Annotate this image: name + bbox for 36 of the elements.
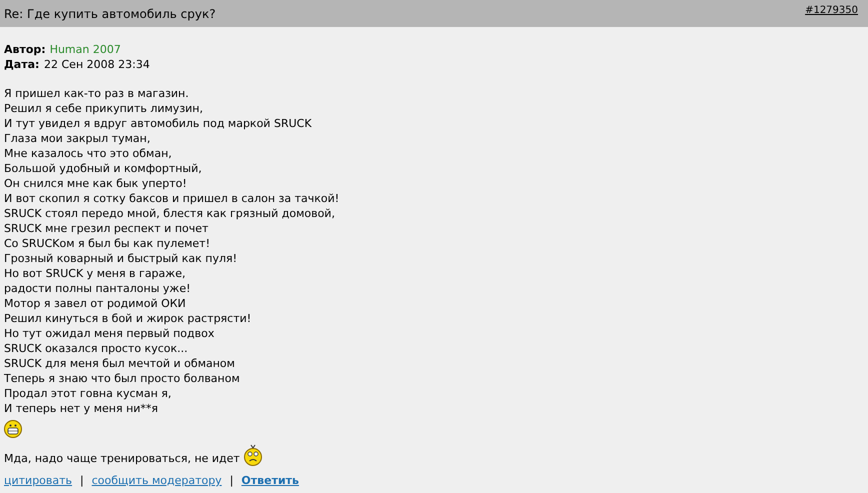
poem-line: Решил кинуться в бой и жирок растрясти! (4, 311, 252, 326)
action-link[interactable]: Ответить (241, 474, 299, 487)
separator: | (80, 474, 84, 487)
poem-line: Я пришел как-то раз в магазин. (4, 86, 190, 101)
poem-line: SRUCK для меня был мечтой и обманом (4, 356, 236, 371)
poem-line: Большой удобный и комфортный, (4, 161, 203, 176)
frowning-smiley-icon (242, 444, 263, 466)
poem-line: Но тут ожидал меня первый подвох (4, 326, 216, 341)
poem-line: Решил я себе прикупить лимузин, (4, 101, 204, 116)
poem-line: Теперь я знаю что был просто болваном (4, 371, 241, 386)
poem-line: Со SRUCKом я был бы как пулемет! (4, 236, 211, 251)
date-label: Дата: (4, 57, 40, 72)
comment-text: Мда, надо чаще тренироваться, не идет (4, 451, 240, 466)
separator: | (230, 474, 234, 487)
poem-line: Мотор я завел от родимой ОКИ (4, 296, 187, 311)
post-id-link[interactable]: #1279350 (805, 5, 858, 16)
author-label: Автор: (4, 42, 46, 57)
poem-line: Грозный коварный и быстрый как пуля! (4, 251, 238, 266)
grinning-smiley-icon (4, 420, 22, 438)
poem-line: радости полны панталоны уже! (4, 281, 192, 296)
poem-line: И теперь нет у меня ни**я (4, 401, 160, 416)
poem-line: И тут увидел я вдруг автомобиль под маркой SRUCK (4, 116, 313, 131)
poem-line: SRUCK стоял передо мной, блестя как грязный домовой, (4, 206, 336, 221)
post-date: 22 Сен 2008 23:34 (44, 57, 150, 72)
poem-line: Глаза мои закрыл туман, (4, 131, 152, 146)
poem-line: SRUCK оказался просто кусок... (4, 341, 189, 356)
action-link[interactable]: сообщить модератору (92, 474, 222, 487)
poem-line: Продал этот говна кусман я, (4, 386, 172, 401)
poem-line: Но вот SRUCK у меня в гараже, (4, 266, 186, 281)
poem-line: И вот скопил я сотку баксов и пришел в салон за тачкой! (4, 191, 340, 206)
poem-line: Он снился мне как бык уперто! (4, 176, 188, 191)
post-title: Re: Где купить автомобиль срук? (4, 6, 216, 20)
author-name: Human 2007 (50, 42, 121, 57)
action-link[interactable]: цитировать (4, 474, 72, 487)
poem-line: Мне казалось что это обман, (4, 146, 173, 161)
poem-line: SRUCK мне грезил респект и почет (4, 221, 210, 236)
